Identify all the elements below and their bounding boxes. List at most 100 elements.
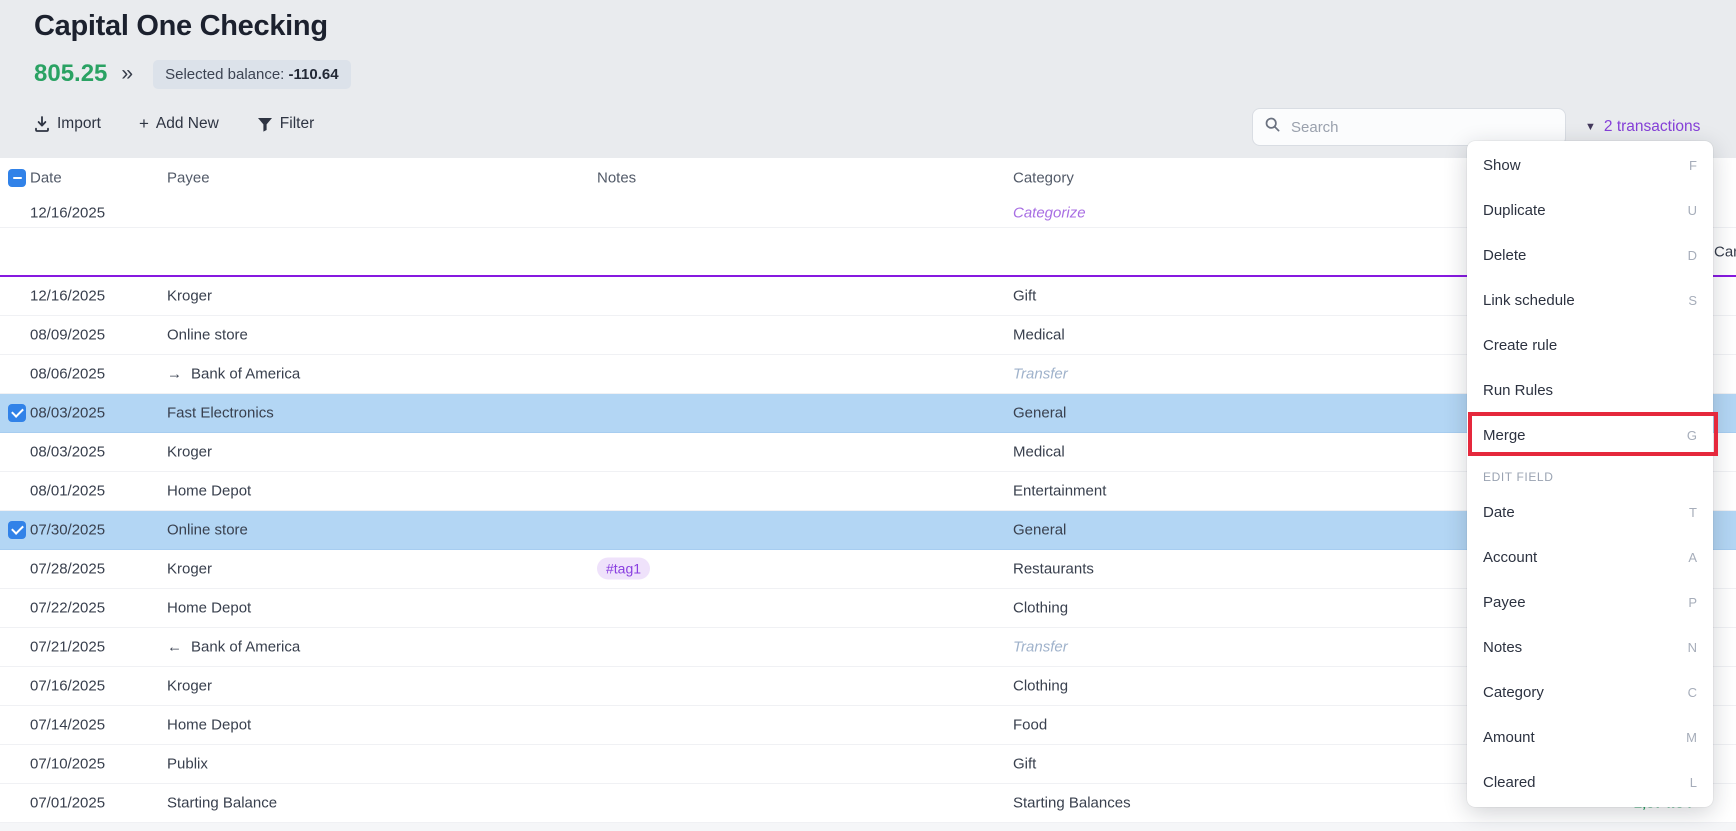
cancel-button[interactable]: Cancel xyxy=(1714,243,1736,260)
cell-category[interactable]: Medical xyxy=(1013,444,1065,461)
menu-item-label: Merge xyxy=(1483,427,1526,444)
menu-item-notes[interactable]: Notes N xyxy=(1467,625,1713,670)
menu-item-label: Run Rules xyxy=(1483,382,1553,399)
cell-category[interactable]: Food xyxy=(1013,717,1047,734)
menu-item-duplicate[interactable]: Duplicate U xyxy=(1467,188,1713,233)
import-button[interactable]: Import xyxy=(34,115,101,133)
cell-category[interactable]: Categorize xyxy=(1013,204,1086,221)
menu-section-label: EDIT FIELD xyxy=(1467,458,1713,490)
search-icon xyxy=(1265,117,1280,137)
cell-date[interactable]: 08/09/2025 xyxy=(30,327,105,344)
cell-category[interactable]: Gift xyxy=(1013,756,1036,773)
menu-item-shortcut: P xyxy=(1688,595,1697,610)
cell-date[interactable]: 12/16/2025 xyxy=(30,288,105,305)
cell-category[interactable]: Gift xyxy=(1013,288,1036,305)
account-page: Capital One Checking 805.25 » Selected b… xyxy=(0,0,1736,831)
import-icon xyxy=(34,116,50,132)
cell-category[interactable]: Clothing xyxy=(1013,678,1068,695)
account-balance: 805.25 xyxy=(34,60,107,88)
column-header-notes[interactable]: Notes xyxy=(597,170,636,187)
note-tag[interactable]: #tag1 xyxy=(597,558,650,580)
menu-item-label: Notes xyxy=(1483,639,1522,656)
cell-date[interactable]: 07/28/2025 xyxy=(30,561,105,578)
cell-payee[interactable]: Online store xyxy=(167,522,248,539)
cell-category[interactable]: Clothing xyxy=(1013,600,1068,617)
indeterminate-dash-icon xyxy=(13,177,22,179)
cell-payee[interactable]: Kroger xyxy=(167,561,212,578)
cell-date[interactable]: 07/01/2025 xyxy=(30,795,105,812)
cell-payee[interactable]: Home Depot xyxy=(167,600,251,617)
cell-date[interactable]: 12/16/2025 xyxy=(30,204,105,221)
cell-category[interactable]: Transfer xyxy=(1013,366,1068,383)
menu-item-merge[interactable]: Merge G xyxy=(1467,413,1713,458)
row-checkbox[interactable] xyxy=(8,404,26,422)
menu-item-shortcut: F xyxy=(1689,158,1697,173)
menu-item-run-rules[interactable]: Run Rules xyxy=(1467,368,1713,413)
cell-payee[interactable]: Fast Electronics xyxy=(167,405,274,422)
menu-item-label: Account xyxy=(1483,549,1537,566)
menu-item-shortcut: A xyxy=(1688,550,1697,565)
selected-balance-value: -110.64 xyxy=(289,66,339,83)
menu-item-shortcut: U xyxy=(1688,203,1697,218)
add-new-button[interactable]: + Add New xyxy=(139,114,219,134)
menu-item-show[interactable]: Show F xyxy=(1467,143,1713,188)
cell-date[interactable]: 07/16/2025 xyxy=(30,678,105,695)
cell-payee[interactable]: Starting Balance xyxy=(167,795,277,812)
cell-notes[interactable]: #tag1 xyxy=(597,561,650,578)
add-new-label: Add New xyxy=(156,115,219,133)
search-input[interactable] xyxy=(1289,118,1553,137)
column-header-category[interactable]: Category xyxy=(1013,170,1074,187)
transaction-context-menu: Show F Duplicate U Delete D Link schedul… xyxy=(1467,141,1713,807)
cell-date[interactable]: 08/03/2025 xyxy=(30,405,105,422)
menu-item-label: Cleared xyxy=(1483,774,1536,791)
menu-item-label: Amount xyxy=(1483,729,1535,746)
cell-category[interactable]: Medical xyxy=(1013,327,1065,344)
menu-item-create-rule[interactable]: Create rule xyxy=(1467,323,1713,368)
cell-date[interactable]: 08/03/2025 xyxy=(30,444,105,461)
cell-category[interactable]: General xyxy=(1013,405,1066,422)
cell-payee[interactable]: Home Depot xyxy=(167,717,251,734)
column-header-date[interactable]: Date xyxy=(30,170,62,187)
menu-item-label: Date xyxy=(1483,504,1515,521)
cell-payee[interactable]: Kroger xyxy=(167,678,212,695)
menu-item-account[interactable]: Account A xyxy=(1467,535,1713,580)
cell-date[interactable]: 07/22/2025 xyxy=(30,600,105,617)
menu-item-shortcut: C xyxy=(1688,685,1697,700)
menu-item-cleared[interactable]: Cleared L xyxy=(1467,760,1713,805)
menu-item-link-schedule[interactable]: Link schedule S xyxy=(1467,278,1713,323)
cell-category[interactable]: Restaurants xyxy=(1013,561,1094,578)
menu-item-date[interactable]: Date T xyxy=(1467,490,1713,535)
cell-category[interactable]: General xyxy=(1013,522,1066,539)
filter-button[interactable]: Filter xyxy=(257,115,314,133)
select-all-checkbox[interactable] xyxy=(8,169,26,187)
menu-item-label: Show xyxy=(1483,157,1521,174)
cell-date[interactable]: 07/14/2025 xyxy=(30,717,105,734)
menu-item-delete[interactable]: Delete D xyxy=(1467,233,1713,278)
cell-date[interactable]: 08/01/2025 xyxy=(30,483,105,500)
cell-date[interactable]: 07/30/2025 xyxy=(30,522,105,539)
cell-payee[interactable]: Kroger xyxy=(167,444,212,461)
cell-date[interactable]: 07/21/2025 xyxy=(30,639,105,656)
column-header-payee[interactable]: Payee xyxy=(167,170,210,187)
cell-payee[interactable]: Publix xyxy=(167,756,208,773)
menu-item-amount[interactable]: Amount M xyxy=(1467,715,1713,760)
cell-payee[interactable]: ←Bank of America xyxy=(167,639,300,656)
cell-date[interactable]: 07/10/2025 xyxy=(30,756,105,773)
cell-category[interactable]: Transfer xyxy=(1013,639,1068,656)
cell-payee[interactable]: →Bank of America xyxy=(167,366,300,383)
menu-item-payee[interactable]: Payee P xyxy=(1467,580,1713,625)
cell-payee[interactable]: Home Depot xyxy=(167,483,251,500)
cell-category[interactable]: Entertainment xyxy=(1013,483,1106,500)
cell-payee[interactable]: Online store xyxy=(167,327,248,344)
filter-icon xyxy=(257,117,273,132)
cell-category[interactable]: Starting Balances xyxy=(1013,795,1131,812)
cell-date[interactable]: 08/06/2025 xyxy=(30,366,105,383)
account-header: Capital One Checking 805.25 » Selected b… xyxy=(0,0,1736,158)
menu-item-category[interactable]: Category C xyxy=(1467,670,1713,715)
menu-item-shortcut: G xyxy=(1687,428,1697,443)
expand-balance-icon[interactable]: » xyxy=(121,62,133,86)
menu-item-label: Payee xyxy=(1483,594,1526,611)
cell-payee[interactable]: Kroger xyxy=(167,288,212,305)
row-checkbox[interactable] xyxy=(8,521,26,539)
menu-item-label: Link schedule xyxy=(1483,292,1575,309)
